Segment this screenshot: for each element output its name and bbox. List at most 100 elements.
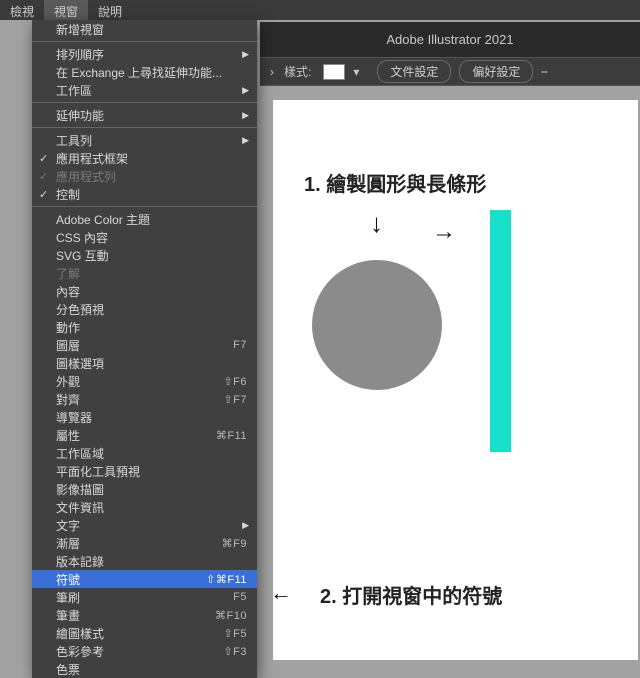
menu-item[interactable]: 影像描圖 xyxy=(32,480,257,498)
menu-item-label: 工作區域 xyxy=(56,445,247,462)
chevron-right-icon[interactable]: › xyxy=(268,65,276,79)
menu-item-label: 漸層 xyxy=(56,535,222,552)
submenu-arrow-icon: ▶ xyxy=(242,110,249,121)
menu-item[interactable]: 導覽器 xyxy=(32,408,257,426)
menu-item-label: 在 Exchange 上尋找延伸功能... xyxy=(56,64,247,81)
menu-item[interactable]: 筆刷F5 xyxy=(32,588,257,606)
menu-item-label: 圖樣選項 xyxy=(56,355,247,372)
arrow-down-icon: ↓ xyxy=(370,208,383,239)
style-label: 樣式: xyxy=(284,63,311,80)
menu-item-label: 分色預視 xyxy=(56,301,247,318)
menu-item-label: 屬性 xyxy=(56,427,216,444)
menu-item-label: 外觀 xyxy=(56,373,223,390)
menu-item-label: CSS 內容 xyxy=(56,229,247,246)
menu-separator xyxy=(32,206,257,207)
menu-item-window[interactable]: 視窗 xyxy=(44,0,88,20)
menu-separator xyxy=(32,127,257,128)
menu-item: 了解 xyxy=(32,264,257,282)
circle-shape[interactable] xyxy=(312,260,442,390)
menu-item-shortcut: ⌘F11 xyxy=(216,429,247,442)
menu-item-label: 文件資訊 xyxy=(56,499,247,516)
menu-item-label: 了解 xyxy=(56,265,247,282)
menu-item[interactable]: 色彩參考⇧F3 xyxy=(32,642,257,660)
menu-item-view[interactable]: 檢視 xyxy=(0,0,44,20)
menu-item-label: 應用程式框架 xyxy=(56,150,247,167)
menu-item-shortcut: F7 xyxy=(233,339,247,351)
app-titlebar: Adobe Illustrator 2021 xyxy=(260,22,640,58)
annotation-step2: 2. 打開視窗中的符號 xyxy=(320,580,502,609)
menu-item-label: 色票 xyxy=(56,661,247,678)
menu-item[interactable]: 動作 xyxy=(32,318,257,336)
menu-item[interactable]: 排列順序▶ xyxy=(32,45,257,63)
menu-item[interactable]: 版本記錄 xyxy=(32,552,257,570)
align-icon[interactable]: ⎯ xyxy=(541,64,557,79)
doc-settings-button[interactable]: 文件設定 xyxy=(377,60,451,83)
menu-item[interactable]: 新增視窗 xyxy=(32,20,257,38)
menu-item-label: 工作區 xyxy=(56,82,247,99)
bar-shape[interactable] xyxy=(490,210,511,452)
menu-item-label: 影像描圖 xyxy=(56,481,247,498)
menu-item[interactable]: ✓應用程式框架 xyxy=(32,149,257,167)
menu-item[interactable]: 延伸功能▶ xyxy=(32,106,257,124)
prefs-button[interactable]: 偏好設定 xyxy=(459,60,533,83)
menu-item-label: 動作 xyxy=(56,319,247,336)
menu-item[interactable]: 符號⇧⌘F11 xyxy=(32,570,257,588)
menu-item[interactable]: CSS 內容 xyxy=(32,228,257,246)
check-icon: ✓ xyxy=(39,188,48,201)
menu-item-shortcut: ⌘F10 xyxy=(215,609,247,622)
menu-item[interactable]: 漸層⌘F9 xyxy=(32,534,257,552)
menu-item-label: Adobe Color 主題 xyxy=(56,211,247,228)
menu-item-label: 新增視窗 xyxy=(56,21,247,38)
menu-item[interactable]: ✓ 控制 xyxy=(32,185,257,203)
menu-item[interactable]: 在 Exchange 上尋找延伸功能... xyxy=(32,63,257,81)
menu-item[interactable]: 文件資訊 xyxy=(32,498,257,516)
menu-item[interactable]: 工作區域 xyxy=(32,444,257,462)
menu-item-label: 導覽器 xyxy=(56,409,247,426)
menu-item-shortcut: ⇧F3 xyxy=(223,645,247,658)
menu-item[interactable]: 文字▶ xyxy=(32,516,257,534)
menu-item[interactable]: Adobe Color 主題 xyxy=(32,210,257,228)
submenu-arrow-icon: ▶ xyxy=(242,135,249,146)
menu-item-label: 排列順序 xyxy=(56,46,247,63)
menu-item[interactable]: 圖樣選項 xyxy=(32,354,257,372)
menu-item-shortcut: F5 xyxy=(233,591,247,603)
menu-item[interactable]: 工具列▶ xyxy=(32,131,257,149)
menu-separator xyxy=(32,102,257,103)
menu-item-label: 筆刷 xyxy=(56,589,233,606)
options-toolbar: › 樣式: ▾ 文件設定 偏好設定 ⎯ xyxy=(260,58,640,86)
menu-item-label: 筆畫 xyxy=(56,607,215,624)
menu-item-shortcut: ⌘F9 xyxy=(222,537,247,550)
menu-item[interactable]: 內容 xyxy=(32,282,257,300)
menu-item-label: 圖層 xyxy=(56,337,233,354)
menu-item: ✓應用程式列 xyxy=(32,167,257,185)
menu-item[interactable]: 繪圖樣式⇧F5 xyxy=(32,624,257,642)
menu-item-shortcut: ⇧⌘F11 xyxy=(206,573,247,586)
check-icon: ✓ xyxy=(39,170,48,183)
menu-item[interactable]: 平面化工具預視 xyxy=(32,462,257,480)
submenu-arrow-icon: ▶ xyxy=(242,85,249,96)
menubar: 檢視 視窗 說明 xyxy=(0,0,640,20)
menu-item[interactable]: SVG 互動 xyxy=(32,246,257,264)
menu-item-label: 色彩參考 xyxy=(56,643,223,660)
menu-item-label: 平面化工具預視 xyxy=(56,463,247,480)
menu-item[interactable]: 分色預視 xyxy=(32,300,257,318)
menu-item[interactable]: 對齊⇧F7 xyxy=(32,390,257,408)
style-swatch[interactable] xyxy=(323,64,345,80)
menu-item-label: 版本記錄 xyxy=(56,553,247,570)
menu-separator xyxy=(32,41,257,42)
menu-item[interactable]: 圖層F7 xyxy=(32,336,257,354)
menu-item-label: SVG 互動 xyxy=(56,247,247,264)
arrow-right-icon: → xyxy=(432,218,456,246)
menu-item-help[interactable]: 說明 xyxy=(88,0,132,20)
menu-item[interactable]: 色票 xyxy=(32,660,257,678)
menu-item[interactable]: 工作區▶ xyxy=(32,81,257,99)
menu-item[interactable]: 外觀⇧F6 xyxy=(32,372,257,390)
menu-item-label: 內容 xyxy=(56,283,247,300)
style-dropdown-icon[interactable]: ▾ xyxy=(353,65,369,79)
menu-item[interactable]: 筆畫⌘F10 xyxy=(32,606,257,624)
menu-item-label: 控制 xyxy=(56,186,247,203)
menu-item-shortcut: ⇧F7 xyxy=(223,393,247,406)
menu-item[interactable]: 屬性⌘F11 xyxy=(32,426,257,444)
menu-item-label: 延伸功能 xyxy=(56,107,247,124)
annotation-step1: 1. 繪製圓形與長條形 xyxy=(304,168,486,197)
